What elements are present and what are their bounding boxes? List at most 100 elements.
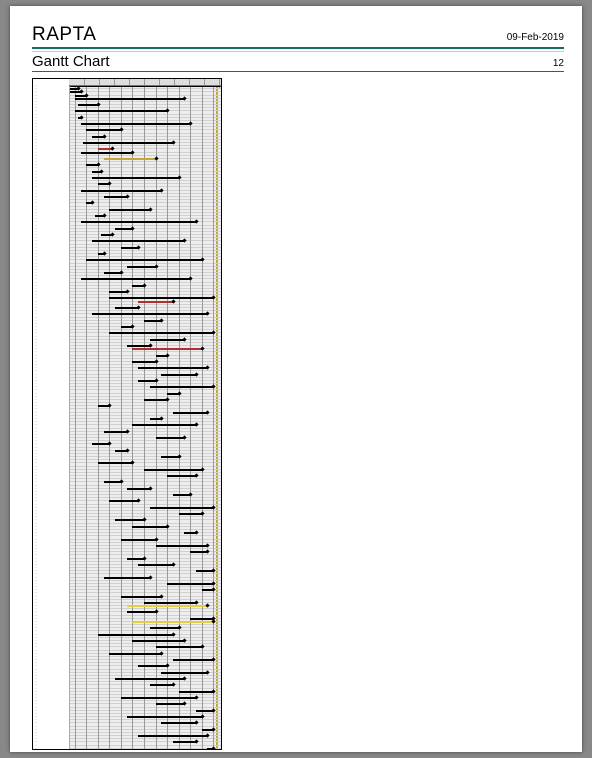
task-label: —	[35, 684, 65, 685]
gantt-bar	[132, 640, 184, 642]
gantt-grid	[69, 79, 221, 749]
task-label: —	[35, 250, 65, 251]
task-label: —	[35, 500, 65, 501]
gantt-bar	[92, 240, 184, 242]
task-label: —	[35, 91, 65, 92]
task-label: —	[35, 342, 65, 343]
vertical-guide	[86, 79, 87, 749]
task-label: —	[35, 212, 65, 213]
task-label: —	[35, 431, 65, 432]
timeline-segment	[204, 79, 220, 85]
gantt-bar	[138, 665, 167, 667]
task-label: —	[35, 637, 65, 638]
task-label: —	[35, 459, 65, 460]
task-label: —	[35, 586, 65, 587]
vertical-guide	[144, 79, 145, 749]
task-label: —	[35, 564, 65, 565]
task-label: —	[35, 577, 65, 578]
task-label: —	[35, 186, 65, 187]
gantt-bar	[190, 618, 213, 620]
task-label: —	[35, 206, 65, 207]
gantt-bar	[173, 659, 213, 661]
task-label: —	[35, 694, 65, 695]
task-label: —	[35, 542, 65, 543]
task-label: —	[35, 171, 65, 172]
gantt-bar	[109, 332, 213, 334]
task-label: —	[35, 107, 65, 108]
task-label: —	[35, 104, 65, 105]
task-label: —	[35, 532, 65, 533]
task-label: —	[35, 418, 65, 419]
gantt-bar	[92, 177, 179, 179]
task-label: —	[35, 669, 65, 670]
task-label-column: — — — — — — — — — — — — — — — — — — — — — — — — — — — — — — — — — — — — — — — —…	[33, 79, 70, 749]
task-label: —	[35, 278, 65, 279]
gantt-bar	[132, 361, 155, 363]
task-label: —	[35, 95, 65, 96]
vertical-guide	[213, 79, 214, 749]
gantt-bar	[121, 697, 196, 699]
gantt-bar	[127, 488, 150, 490]
gantt-bar	[138, 301, 173, 303]
task-label: —	[35, 523, 65, 524]
task-label: —	[35, 640, 65, 641]
task-label: —	[35, 98, 65, 99]
task-label: —	[35, 253, 65, 254]
gantt-bar	[109, 653, 161, 655]
gantt-bar	[75, 98, 185, 100]
task-label: —	[35, 199, 65, 200]
task-label: —	[35, 269, 65, 270]
task-label: —	[35, 504, 65, 505]
task-label: —	[35, 183, 65, 184]
gantt-bar	[104, 481, 121, 483]
task-label: —	[35, 139, 65, 140]
gantt-bar	[81, 221, 196, 223]
task-label: —	[35, 326, 65, 327]
task-label: —	[35, 329, 65, 330]
task-label: —	[35, 583, 65, 584]
task-label: —	[35, 228, 65, 229]
task-label: —	[35, 332, 65, 333]
vertical-guide	[190, 79, 191, 749]
task-label: —	[35, 374, 65, 375]
gantt-chart: — — — — — — — — — — — — — — — — — — — — — — — — — — — — — — — — — — — — — — — —…	[32, 78, 222, 750]
task-label: —	[35, 656, 65, 657]
task-label: —	[35, 675, 65, 676]
gantt-bar	[161, 374, 196, 376]
timeline-segment	[189, 79, 205, 85]
task-label: —	[35, 738, 65, 739]
vertical-guide	[75, 79, 76, 749]
task-label: —	[35, 719, 65, 720]
task-label: —	[35, 323, 65, 324]
task-label: —	[35, 377, 65, 378]
gantt-bar	[81, 123, 191, 125]
task-label: —	[35, 466, 65, 467]
task-label: —	[35, 507, 65, 508]
task-label: —	[35, 678, 65, 679]
task-label: —	[35, 164, 65, 165]
task-label: —	[35, 748, 65, 749]
task-label: —	[35, 611, 65, 612]
gantt-bar	[144, 399, 167, 401]
vertical-guide	[109, 79, 110, 749]
timeline-segment	[174, 79, 190, 85]
task-label: —	[35, 180, 65, 181]
chart-title: Gantt Chart	[32, 53, 110, 70]
task-label: —	[35, 710, 65, 711]
task-label: —	[35, 259, 65, 260]
gantt-bar	[109, 297, 213, 299]
task-label: —	[35, 218, 65, 219]
gantt-bar	[78, 104, 98, 106]
task-label: —	[35, 713, 65, 714]
task-label: —	[35, 672, 65, 673]
task-label: —	[35, 630, 65, 631]
task-label: —	[35, 256, 65, 257]
task-label: —	[35, 193, 65, 194]
task-label: —	[35, 570, 65, 571]
task-label: —	[35, 123, 65, 124]
vertical-guide	[156, 79, 157, 749]
gantt-bar	[138, 735, 207, 737]
gantt-bar	[132, 526, 167, 528]
gantt-bar	[150, 507, 213, 509]
task-label: —	[35, 402, 65, 403]
